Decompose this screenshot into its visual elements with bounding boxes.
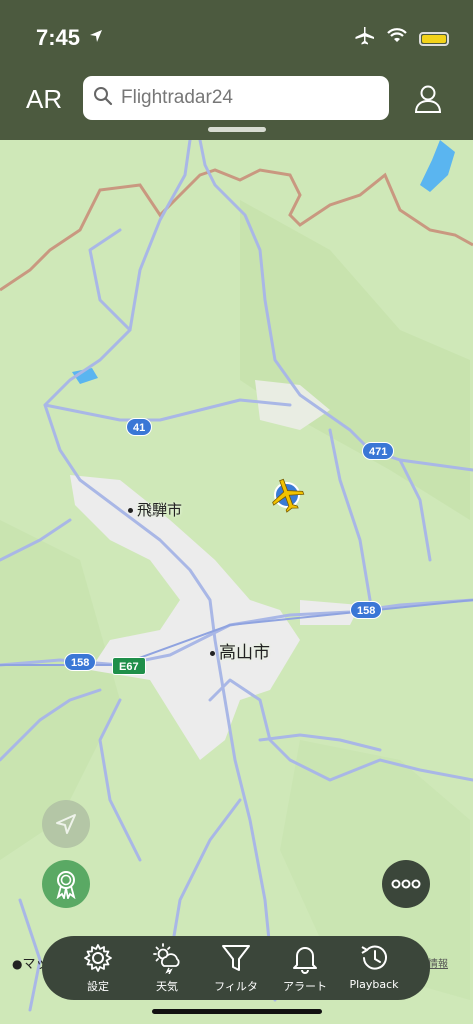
- search-bar[interactable]: [83, 76, 389, 120]
- search-icon: [93, 86, 113, 111]
- nav-filter[interactable]: フィルタ: [206, 942, 266, 994]
- nav-playback[interactable]: Playback: [344, 942, 404, 991]
- top-header: 7:45 AR: [0, 0, 473, 140]
- wifi-icon: [387, 28, 407, 49]
- location-arrow-icon: [56, 814, 76, 834]
- nav-label: アラート: [283, 980, 327, 993]
- airplane-icon: [272, 478, 305, 513]
- search-input[interactable]: [119, 86, 373, 110]
- nav-settings[interactable]: 設定: [68, 942, 128, 994]
- apple-logo-icon: ●: [12, 957, 23, 971]
- status-indicators: [353, 26, 449, 51]
- ar-button[interactable]: AR: [26, 84, 62, 115]
- place-label-hida: 飛騨市: [128, 499, 182, 520]
- playback-icon: [361, 945, 387, 970]
- location-arrow-icon: [88, 28, 104, 49]
- route-shield-expressway: E67: [112, 657, 146, 675]
- sheet-grabber[interactable]: [208, 127, 266, 132]
- home-indicator: [152, 1009, 322, 1014]
- gear-icon: [84, 944, 112, 972]
- route-shield: 41: [126, 418, 153, 436]
- route-shield: 158: [64, 653, 97, 671]
- nav-label: 天気: [156, 980, 178, 993]
- locate-me-button[interactable]: [42, 800, 90, 848]
- nav-alerts[interactable]: アラート: [275, 942, 335, 994]
- nav-label: フィルタ: [214, 980, 258, 993]
- filter-icon: [222, 945, 250, 971]
- weather-icon: [153, 943, 180, 974]
- route-shield: 471: [362, 442, 395, 460]
- more-dots-icon: [391, 879, 421, 889]
- bottom-toolbar: 設定 天気 フィルタ アラート Playback: [42, 936, 430, 1000]
- nav-weather[interactable]: 天気: [137, 942, 197, 994]
- status-time: 7:45: [36, 25, 81, 50]
- nav-label: 設定: [87, 980, 109, 993]
- more-button[interactable]: [382, 860, 430, 908]
- awards-button[interactable]: [42, 860, 90, 908]
- battery-icon: [419, 31, 449, 46]
- account-icon[interactable]: [414, 84, 442, 119]
- award-ribbon-icon: [56, 871, 76, 899]
- aircraft-marker[interactable]: [268, 476, 306, 519]
- place-label-takayama: 高山市: [210, 638, 270, 663]
- nav-label: Playback: [349, 978, 399, 991]
- route-shield: 158: [350, 601, 383, 619]
- bell-icon: [293, 947, 317, 974]
- airplane-mode-icon: [353, 26, 375, 51]
